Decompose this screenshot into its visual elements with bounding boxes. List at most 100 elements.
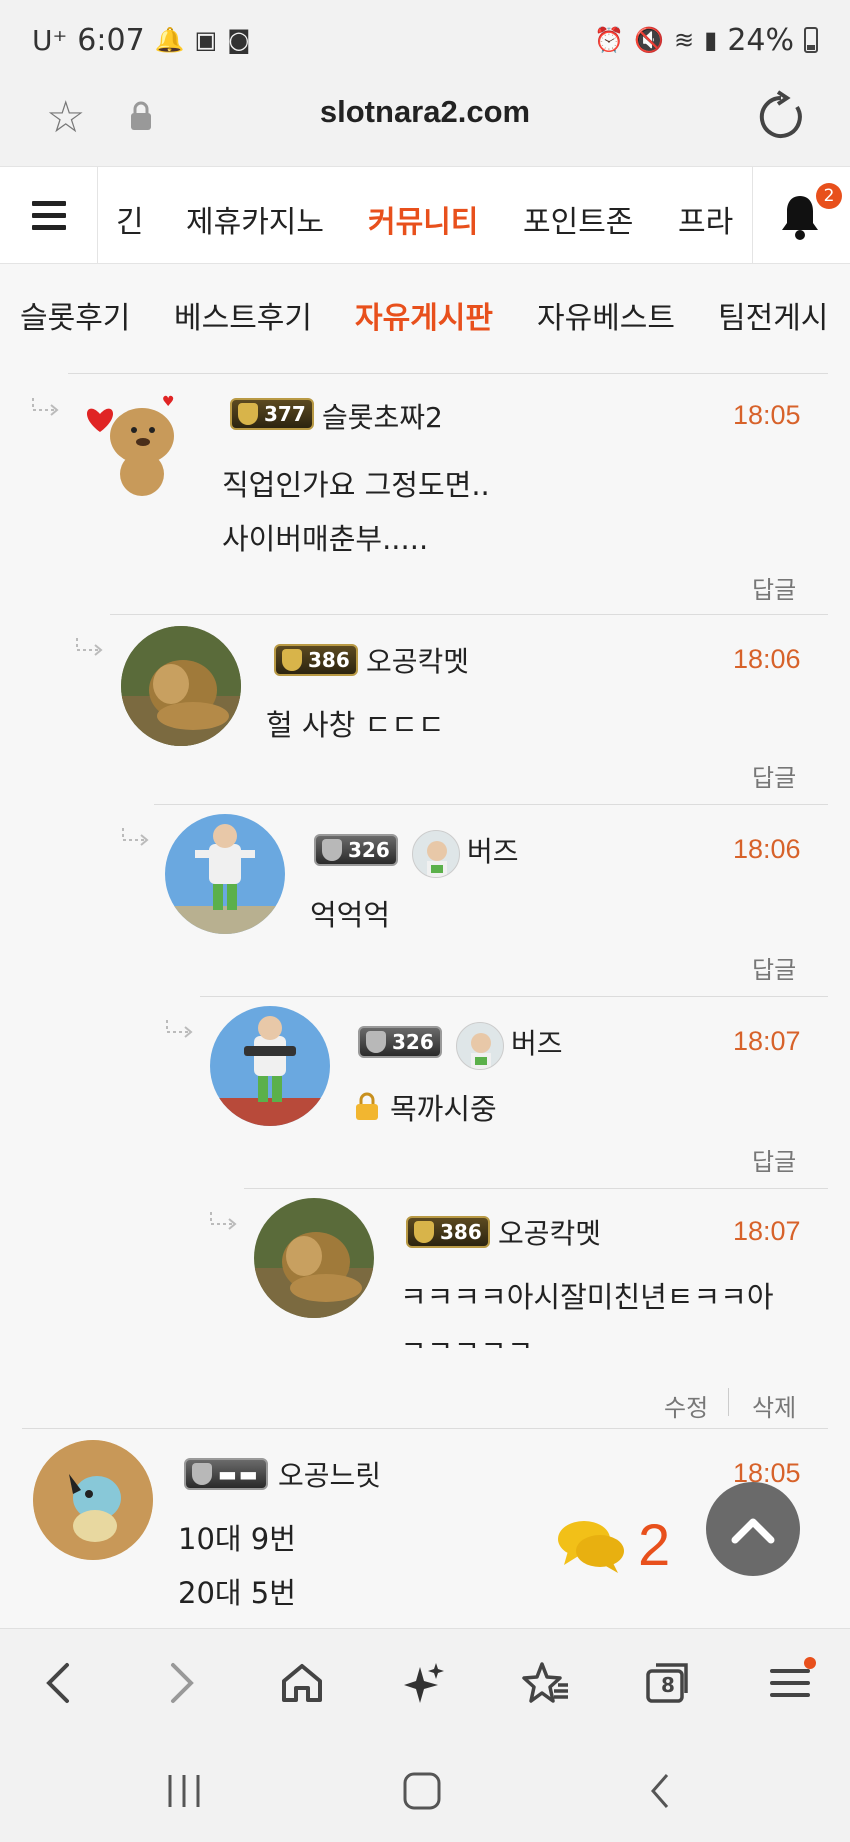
- home-icon[interactable]: [272, 1653, 332, 1713]
- home-button-icon[interactable]: [392, 1766, 452, 1816]
- comment-author[interactable]: 오공칵멧: [366, 640, 469, 680]
- level-badge: 326: [314, 834, 398, 866]
- edit-button[interactable]: 수정: [664, 1388, 708, 1423]
- avatar[interactable]: [121, 626, 241, 746]
- level-badge: 386: [274, 644, 358, 676]
- avatar[interactable]: [165, 814, 285, 934]
- comment-body-line: 사이버매춘부.....: [222, 522, 429, 556]
- sparkle-ai-icon[interactable]: [394, 1653, 454, 1713]
- comment-author[interactable]: 버즈: [467, 830, 519, 870]
- comment-thread: ♥ 377 슬롯초짜2 18:05 직업인가요 그정도면.. 사이버매춘부...…: [0, 360, 850, 1628]
- comment-body-line: 헐 사창 ㄷㄷㄷ: [266, 708, 445, 742]
- reply-count-number: 2: [638, 1513, 671, 1578]
- image-icon: ▣: [194, 26, 218, 54]
- signal-icon: ▮: [704, 26, 718, 54]
- user-icon: [412, 830, 460, 878]
- browser-url-bar: ☆ slotnara2.com: [0, 80, 850, 166]
- reply-arrow-icon: [122, 828, 149, 846]
- action-separator: [728, 1388, 729, 1416]
- comment-author[interactable]: 버즈: [511, 1022, 563, 1062]
- divider: [154, 804, 828, 805]
- mute-icon: 🔇: [634, 26, 664, 54]
- avatar[interactable]: ♥: [82, 390, 182, 502]
- sub-nav-team-board[interactable]: 팀전게시: [718, 293, 828, 337]
- carrier-label: U⁺: [32, 23, 68, 57]
- hamburger-menu-icon[interactable]: [0, 167, 98, 264]
- notification-bell[interactable]: 2: [752, 167, 850, 264]
- board-sub-nav: 슬롯후기 베스트후기 자유게시판 자유베스트 팀전게시: [0, 264, 850, 360]
- tabs-icon[interactable]: 8: [638, 1653, 698, 1713]
- main-nav-item-partial[interactable]: 긴: [116, 197, 144, 241]
- sub-nav-free-board[interactable]: 자유게시판: [355, 293, 493, 337]
- lock-secret-icon: [356, 1092, 378, 1120]
- main-nav-items: 긴 제휴카지노 커뮤니티 포인트존 프라: [98, 167, 752, 264]
- recent-apps-icon[interactable]: [154, 1766, 214, 1816]
- level-badge: 377: [230, 398, 314, 430]
- url-text[interactable]: slotnara2.com: [0, 94, 850, 130]
- comment-body-line: 억억억: [310, 898, 391, 932]
- reload-icon[interactable]: [754, 90, 808, 148]
- delete-button[interactable]: 삭제: [752, 1388, 796, 1423]
- battery-icon: [804, 27, 818, 53]
- level-badge: 326: [358, 1026, 442, 1058]
- avatar[interactable]: [210, 1006, 330, 1126]
- main-nav-item-partner-casino[interactable]: 제휴카지노: [186, 197, 324, 241]
- divider: [244, 1188, 828, 1189]
- main-nav-item-point-zone[interactable]: 포인트존: [523, 197, 633, 241]
- chat-bubbles-icon: [558, 1520, 624, 1573]
- main-nav-item-free[interactable]: 프라: [678, 197, 733, 241]
- browser-bottom-bar: 8: [0, 1628, 850, 1736]
- comment-author[interactable]: 슬롯초짜2: [322, 396, 443, 436]
- divider: [68, 373, 828, 374]
- bell-notification-icon: 🔔: [154, 26, 185, 54]
- sub-nav-free-best[interactable]: 자유베스트: [537, 293, 675, 337]
- reply-button[interactable]: 답글: [752, 1142, 796, 1177]
- comment-body-line: 직업인가요 그정도면..: [222, 468, 490, 502]
- user-icon: [456, 1022, 504, 1070]
- clock: 6:07: [77, 22, 145, 58]
- update-dot: [804, 1657, 816, 1669]
- avatar[interactable]: [254, 1198, 374, 1318]
- comment-body-line: 10대 9번: [178, 1522, 296, 1556]
- bookmarks-icon[interactable]: [516, 1653, 576, 1713]
- comment-time: 18:05: [733, 400, 801, 430]
- chevron-up-icon: [731, 1518, 775, 1544]
- divider: [110, 614, 828, 615]
- comment-time: 18:07: [733, 1216, 801, 1246]
- svg-text:♥: ♥: [162, 394, 175, 410]
- menu-icon[interactable]: [760, 1653, 820, 1713]
- reply-arrow-icon: [76, 638, 103, 656]
- divider: [200, 996, 828, 997]
- reply-count[interactable]: 2: [556, 1512, 670, 1579]
- scroll-to-top-button[interactable]: [706, 1482, 800, 1576]
- divider: [22, 1428, 828, 1429]
- comment-time: 18:06: [733, 834, 801, 864]
- notification-badge: 2: [816, 183, 842, 209]
- comment-time: 18:06: [733, 644, 801, 674]
- back-icon[interactable]: [28, 1653, 88, 1713]
- sub-nav-best-review[interactable]: 베스트후기: [174, 293, 312, 337]
- reply-arrow-icon: [32, 398, 59, 416]
- comment-body-line: 목까시중: [390, 1092, 497, 1126]
- comment-author[interactable]: 오공칵멧: [498, 1212, 601, 1252]
- voicemail-icon: ◙: [227, 26, 251, 54]
- comment-body-line: ㅋㅋㅋㅋ아시잘미친년ㅌㅋㅋ아: [400, 1280, 774, 1314]
- sub-nav-slot-review[interactable]: 슬롯후기: [20, 293, 130, 337]
- alarm-icon: ⏰: [594, 26, 625, 54]
- reply-button[interactable]: 답글: [752, 758, 796, 793]
- comment-author[interactable]: 오공느릿: [278, 1454, 381, 1494]
- reply-arrow-icon: [166, 1020, 193, 1038]
- forward-icon[interactable]: [152, 1653, 212, 1713]
- comment-body-line: 20대 5번: [178, 1576, 296, 1610]
- back-button-icon[interactable]: [630, 1766, 690, 1816]
- comment-body-line: ㅋㅋㅋㅋㅋ: [400, 1324, 533, 1348]
- reply-arrow-icon: [210, 1212, 237, 1230]
- main-nav-item-community[interactable]: 커뮤니티: [368, 197, 478, 241]
- level-badge: 386: [406, 1216, 490, 1248]
- main-nav: 긴 제휴카지노 커뮤니티 포인트존 프라 2: [0, 166, 850, 264]
- status-bar: U⁺ 6:07 🔔 ▣ ◙ ⏰ 🔇 ≋ ▮ 24%: [0, 0, 850, 80]
- reply-button[interactable]: 답글: [752, 950, 796, 985]
- bell-icon: [782, 196, 818, 240]
- reply-button[interactable]: 답글: [752, 570, 796, 605]
- avatar[interactable]: [33, 1440, 153, 1560]
